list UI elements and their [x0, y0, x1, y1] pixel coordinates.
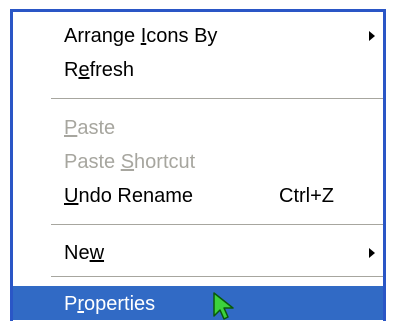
menu-item-label: New: [64, 242, 104, 265]
label-text: Paste: [64, 151, 121, 173]
label-text: hortcut: [134, 151, 196, 173]
submenu-arrow-icon: [369, 248, 375, 258]
label-text: P: [64, 293, 78, 315]
menu-item-refresh[interactable]: Refresh: [13, 52, 383, 86]
label-text: aste: [77, 117, 116, 139]
menu-item-shortcut: Ctrl+Z: [279, 185, 334, 207]
menu-item-properties[interactable]: Properties: [13, 286, 383, 320]
menu-separator: [51, 98, 383, 99]
menu-item-paste: Paste: [13, 110, 383, 144]
menu-item-arrange-icons-by[interactable]: Arrange Icons By: [13, 18, 383, 52]
screen: Arrange Icons By Refresh Paste Paste Sho…: [0, 0, 393, 321]
label-text: ndo Rename: [78, 185, 193, 207]
access-key: w: [89, 242, 105, 264]
menu-separator: [51, 276, 383, 277]
menu-item-label: Undo Rename: [64, 185, 193, 208]
access-key: e: [78, 59, 90, 81]
label-text: operties: [84, 293, 156, 315]
menu-separator: [51, 224, 383, 225]
label-text: Ne: [64, 242, 90, 264]
access-key: U: [64, 185, 79, 207]
mouse-cursor-icon: [213, 292, 234, 320]
context-menu: Arrange Icons By Refresh Paste Paste Sho…: [10, 9, 386, 321]
label-text: cons By: [146, 25, 218, 47]
menu-item-new[interactable]: New: [13, 235, 383, 269]
menu-item-label: Properties: [64, 293, 155, 316]
label-text: fresh: [89, 59, 135, 81]
menu-item-label: Paste Shortcut: [64, 151, 195, 174]
label-text: R: [64, 59, 79, 81]
label-text: Arrange: [64, 25, 141, 47]
menu-item-label: Refresh: [64, 59, 134, 82]
menu-item-undo-rename[interactable]: Undo Rename Ctrl+Z: [13, 178, 383, 212]
submenu-arrow-icon: [369, 31, 375, 41]
menu-item-label: Arrange Icons By: [64, 25, 217, 48]
menu-item-paste-shortcut: Paste Shortcut: [13, 144, 383, 178]
access-key: r: [77, 293, 85, 315]
access-key: S: [120, 151, 135, 173]
menu-item-label: Paste: [64, 117, 115, 140]
access-key: P: [64, 117, 78, 139]
